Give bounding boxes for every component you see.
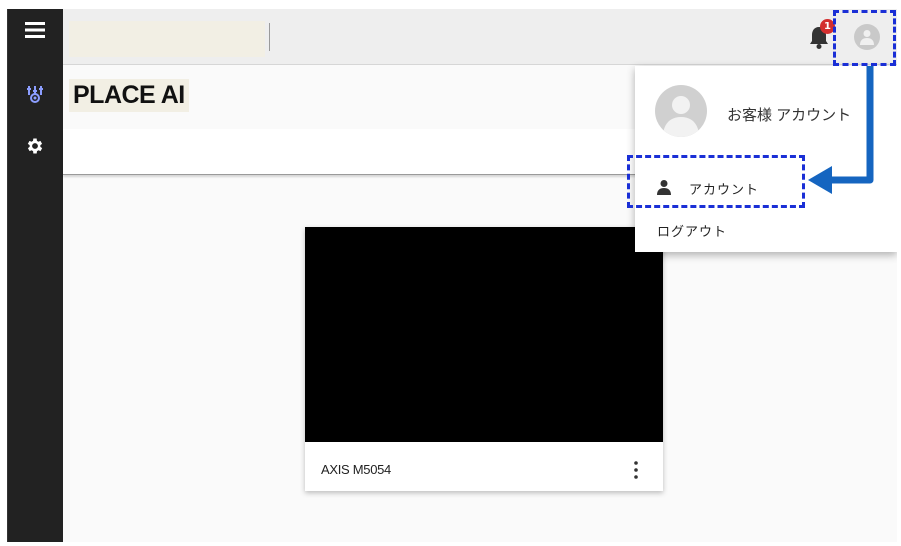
page-title: PLACE AI	[69, 79, 189, 112]
app-window: 1 PLACE AI AXIS M5054 お客様 アカウント アカウント ログ…	[7, 9, 897, 542]
top-bar: 1	[63, 9, 897, 65]
person-icon	[663, 96, 699, 137]
camera-card[interactable]: AXIS M5054	[305, 227, 663, 491]
search-field[interactable]	[69, 21, 265, 57]
hamburger-menu-icon	[25, 22, 45, 38]
camera-name: AXIS M5054	[321, 462, 391, 477]
divider	[269, 23, 270, 51]
sidebar	[8, 9, 63, 542]
menu-username: お客様 アカウント	[727, 107, 852, 124]
gear-icon	[27, 138, 43, 154]
menu-button[interactable]	[20, 15, 50, 45]
card-more-button[interactable]	[631, 459, 641, 481]
more-vertical-icon	[634, 461, 638, 479]
sensor-icon	[27, 86, 43, 103]
sidebar-item-settings[interactable]	[20, 131, 50, 161]
highlight-account	[627, 155, 805, 208]
menu-item-logout[interactable]: ログアウト	[657, 221, 727, 240]
highlight-avatar	[833, 10, 896, 66]
menu-avatar	[655, 85, 707, 137]
camera-preview[interactable]	[305, 227, 663, 442]
sidebar-item-sensors[interactable]	[20, 79, 50, 109]
notifications-button[interactable]: 1	[807, 19, 835, 51]
